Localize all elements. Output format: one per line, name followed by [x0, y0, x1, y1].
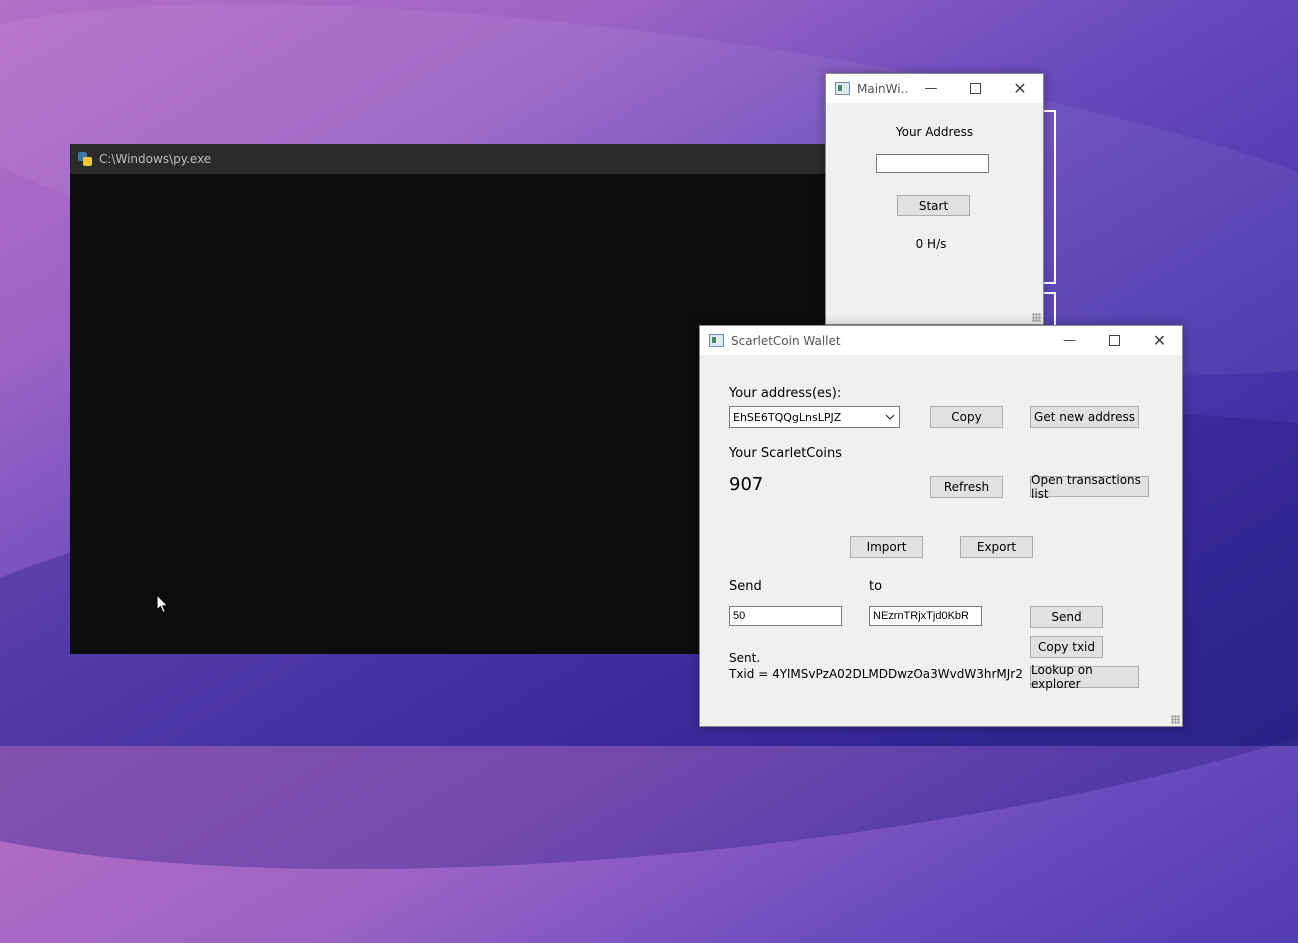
close-icon[interactable]: ✕	[997, 74, 1043, 103]
minimize-icon[interactable]: —	[1047, 326, 1092, 355]
miner-window: MainWi... — ✕ Your Address Start 0 H/s	[825, 73, 1044, 325]
amount-input[interactable]	[729, 606, 842, 626]
address-label: Your Address	[895, 125, 974, 139]
address-dropdown[interactable]: EhSE6TQQgLnsLPJZ	[729, 406, 900, 428]
miner-title: MainWi...	[857, 81, 909, 96]
to-label: to	[869, 579, 883, 594]
console-title: C:\Windows\py.exe	[99, 152, 212, 166]
wallet-titlebar[interactable]: ScarletCoin Wallet — ✕	[700, 326, 1182, 355]
console-titlebar[interactable]: C:\Windows\py.exe	[70, 144, 830, 174]
wallet-window: ScarletCoin Wallet — ✕ Your address(es):…	[699, 325, 1183, 727]
get-new-address-button[interactable]: Get new address	[1030, 406, 1139, 428]
status-sent: Sent.	[729, 651, 761, 665]
refresh-button[interactable]: Refresh	[930, 476, 1003, 498]
resize-grip-icon[interactable]	[1032, 313, 1041, 322]
send-button[interactable]: Send	[1030, 606, 1103, 628]
resize-grip-icon[interactable]	[1171, 715, 1180, 724]
send-label: Send	[729, 579, 762, 594]
wallet-title: ScarletCoin Wallet	[731, 333, 841, 348]
export-button[interactable]: Export	[960, 536, 1033, 558]
mouse-pointer-icon	[156, 594, 169, 614]
selected-address: EhSE6TQQgLnsLPJZ	[733, 410, 842, 424]
miner-titlebar[interactable]: MainWi... — ✕	[826, 74, 1043, 103]
import-button[interactable]: Import	[850, 536, 923, 558]
copy-txid-button[interactable]: Copy txid	[1030, 636, 1103, 658]
copy-button[interactable]: Copy	[930, 406, 1003, 428]
chevron-down-icon	[885, 414, 895, 420]
app-icon	[709, 334, 724, 347]
lookup-on-explorer-button[interactable]: Lookup on explorer	[1030, 663, 1139, 691]
app-icon	[835, 82, 850, 95]
status-txid: Txid = 4YlMSvPzA02DLMDDwzOa3WvdW3hrMJr2	[729, 667, 1023, 681]
minimize-icon[interactable]: —	[909, 74, 953, 103]
recipient-input[interactable]	[869, 606, 982, 626]
your-addresses-label: Your address(es):	[729, 386, 842, 401]
python-icon	[78, 152, 92, 166]
maximize-icon[interactable]	[953, 74, 997, 103]
start-button[interactable]: Start	[897, 195, 970, 216]
balance-value: 907	[729, 474, 764, 495]
close-icon[interactable]: ✕	[1137, 326, 1182, 355]
hashrate-label: 0 H/s	[915, 237, 947, 251]
your-coins-label: Your ScarletCoins	[729, 446, 842, 461]
maximize-icon[interactable]	[1092, 326, 1137, 355]
open-transactions-list-button[interactable]: Open transactions list	[1030, 473, 1149, 501]
miner-address-input[interactable]	[876, 154, 989, 173]
